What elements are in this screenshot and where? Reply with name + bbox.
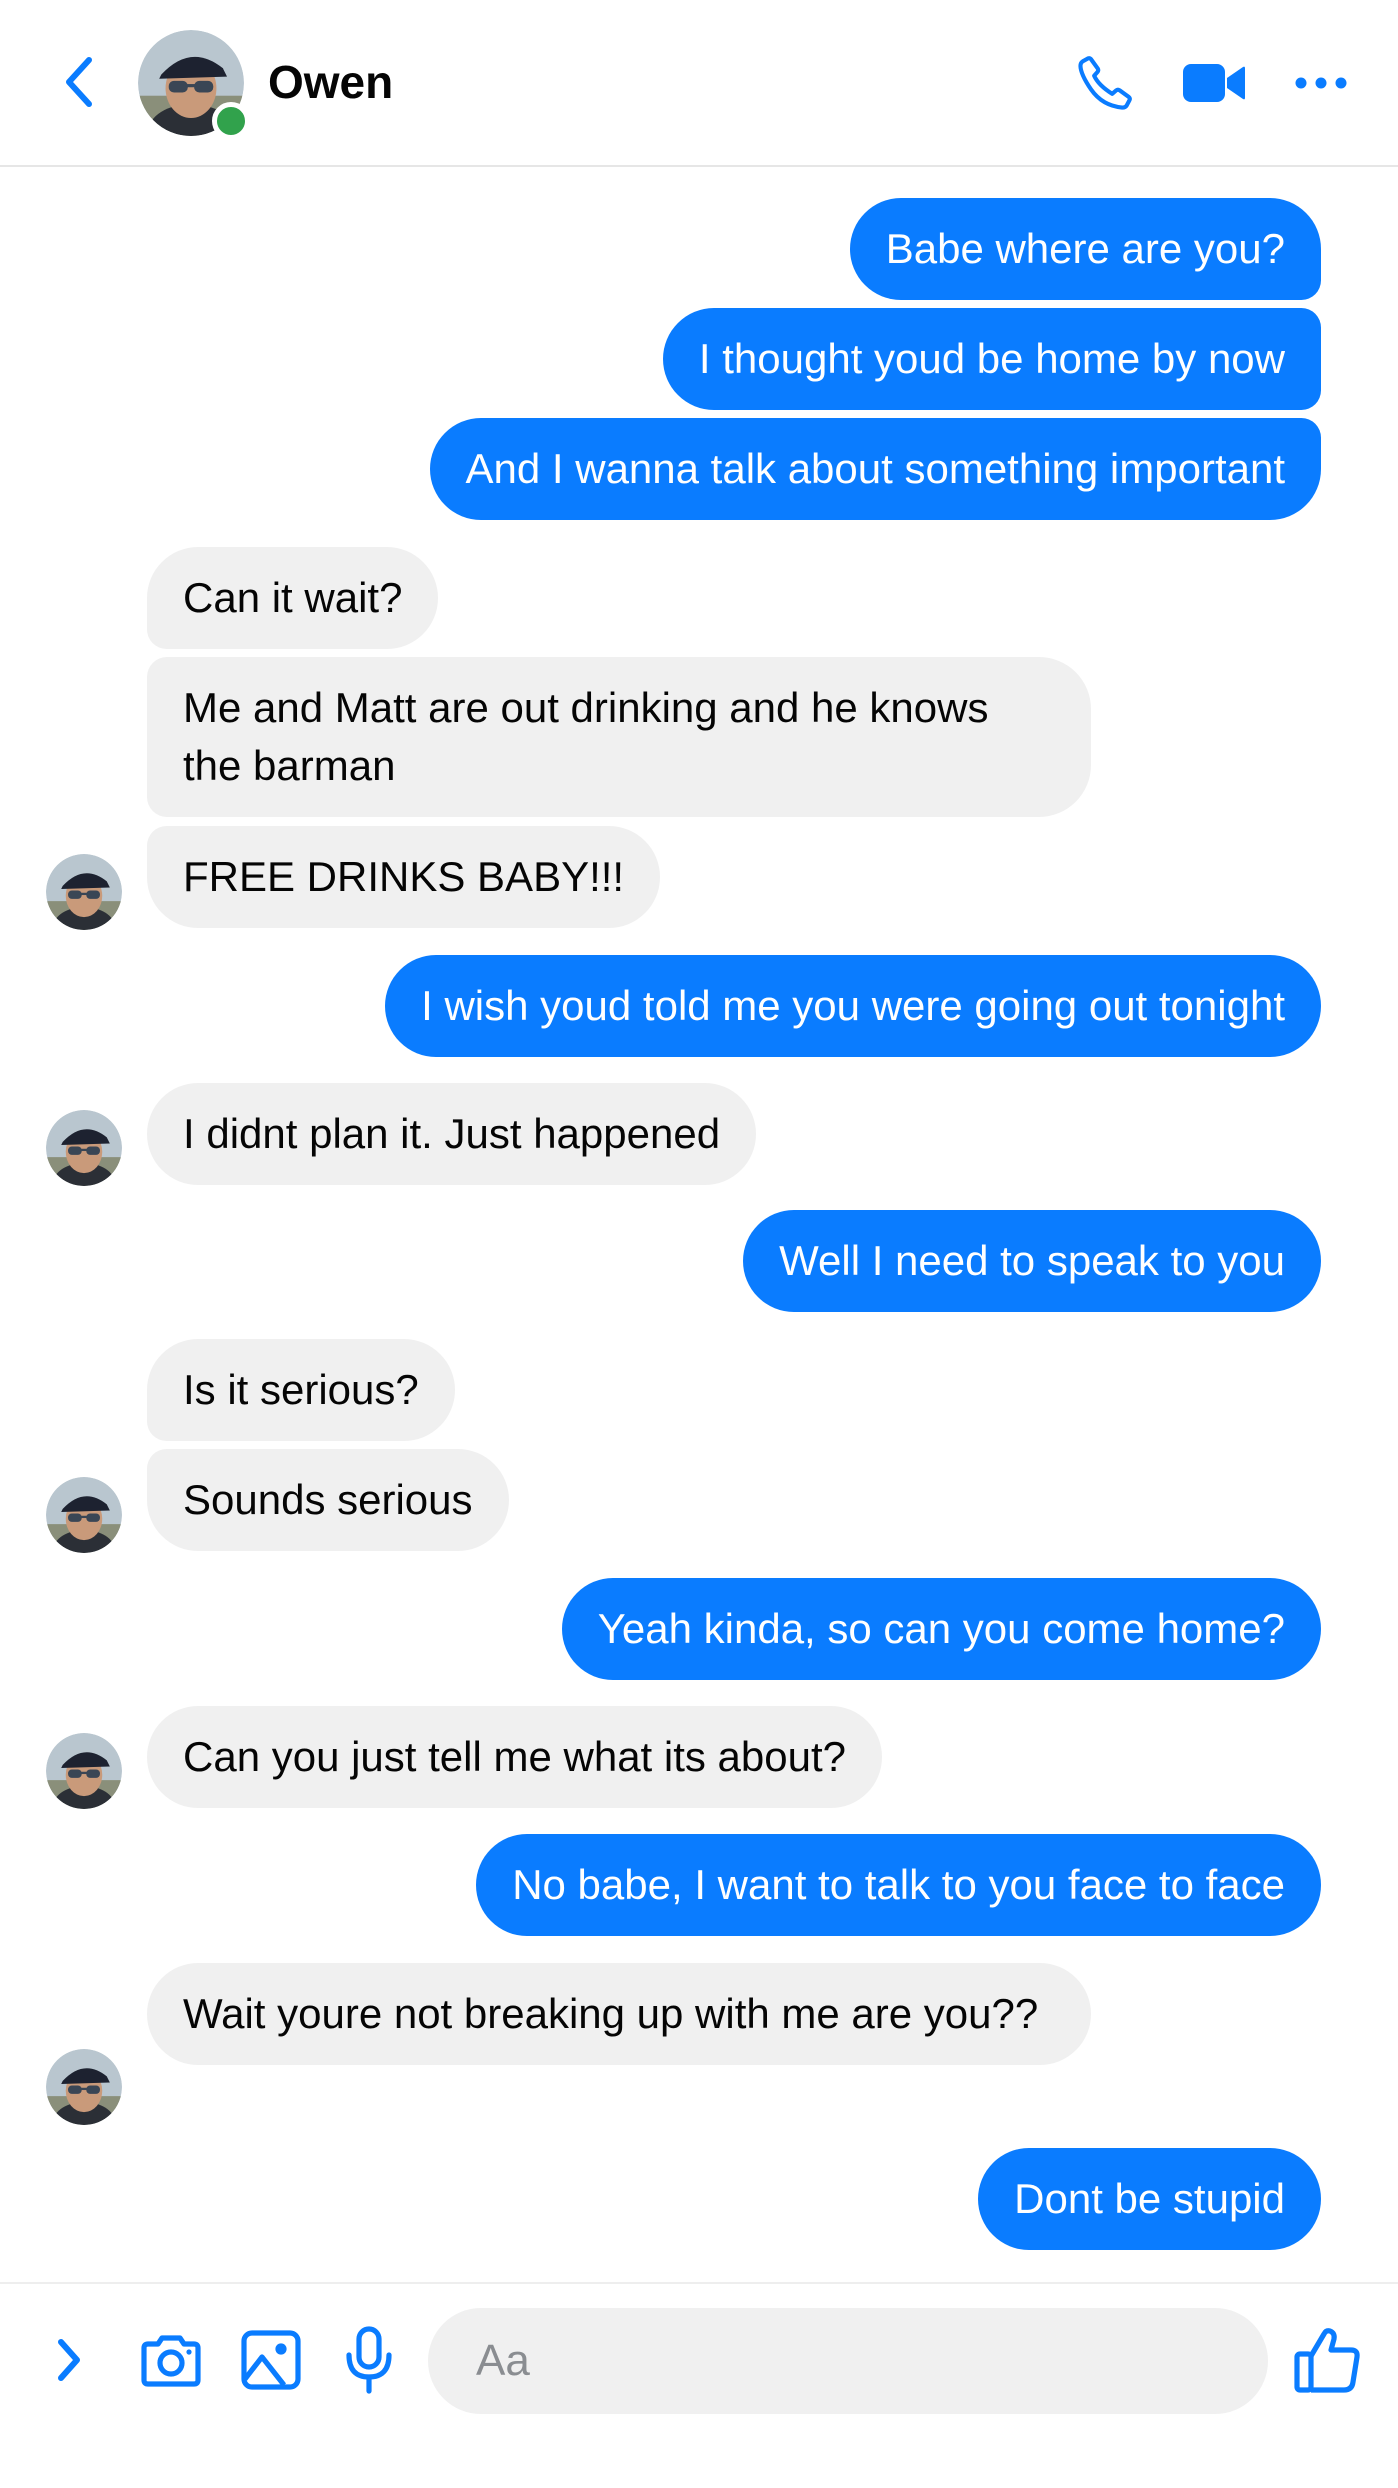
message-outgoing[interactable]: Yeah kinda, so can you come home? — [561, 1578, 1321, 1680]
message-incoming[interactable]: I didnt plan it. Just happened — [147, 1083, 757, 1185]
sender-avatar[interactable] — [46, 854, 122, 930]
microphone-icon — [346, 2326, 392, 2394]
message-outgoing[interactable]: Well I need to speak to you — [743, 1210, 1321, 1312]
sender-avatar[interactable] — [46, 1110, 122, 1186]
more-options-button[interactable] — [1286, 48, 1356, 118]
like-button[interactable] — [1288, 2320, 1368, 2400]
sender-avatar[interactable] — [46, 1733, 122, 1809]
online-status-dot — [212, 102, 250, 140]
back-chevron-icon — [66, 57, 92, 107]
gallery-button[interactable] — [236, 2320, 306, 2400]
video-camera-icon — [1183, 64, 1245, 102]
message-incoming[interactable]: Wait youre not breaking up with me are y… — [147, 1963, 1091, 2065]
message-incoming[interactable]: Is it serious? — [147, 1339, 455, 1441]
sender-avatar[interactable] — [46, 2049, 122, 2125]
video-call-button[interactable] — [1176, 48, 1252, 118]
thumbs-up-icon — [1294, 2328, 1360, 2393]
message-outgoing[interactable]: And I wanna talk about something importa… — [429, 418, 1321, 520]
message-incoming[interactable]: Me and Matt are out drinking and he know… — [147, 657, 1091, 817]
message-outgoing[interactable]: No babe, I want to talk to you face to f… — [476, 1834, 1321, 1936]
message-incoming[interactable]: Sounds serious — [147, 1449, 509, 1551]
back-button[interactable] — [55, 52, 105, 112]
camera-button[interactable] — [136, 2320, 206, 2400]
message-incoming[interactable]: Can it wait? — [147, 547, 439, 649]
sender-avatar[interactable] — [46, 1477, 122, 1553]
gallery-icon — [241, 2330, 301, 2390]
message-outgoing[interactable]: I thought youd be home by now — [662, 308, 1321, 410]
contact-name[interactable]: Owen — [268, 52, 393, 112]
message-incoming[interactable]: Can you just tell me what its about? — [147, 1706, 883, 1808]
expand-chevron-icon — [58, 2339, 80, 2381]
voice-message-button[interactable] — [334, 2320, 404, 2400]
message-incoming[interactable]: FREE DRINKS BABY!!! — [147, 826, 661, 928]
more-icon — [1295, 77, 1347, 89]
message-input[interactable]: Aa — [428, 2308, 1268, 2414]
camera-icon — [141, 2335, 201, 2387]
voice-call-button[interactable] — [1068, 48, 1142, 118]
expand-actions-button[interactable] — [34, 2320, 104, 2400]
phone-icon — [1078, 56, 1132, 110]
message-outgoing[interactable]: Dont be stupid — [978, 2148, 1321, 2250]
message-outgoing[interactable]: Babe where are you? — [849, 198, 1321, 300]
chat-header: Owen — [0, 0, 1398, 167]
message-outgoing[interactable]: I wish youd told me you were going out t… — [385, 955, 1321, 1057]
